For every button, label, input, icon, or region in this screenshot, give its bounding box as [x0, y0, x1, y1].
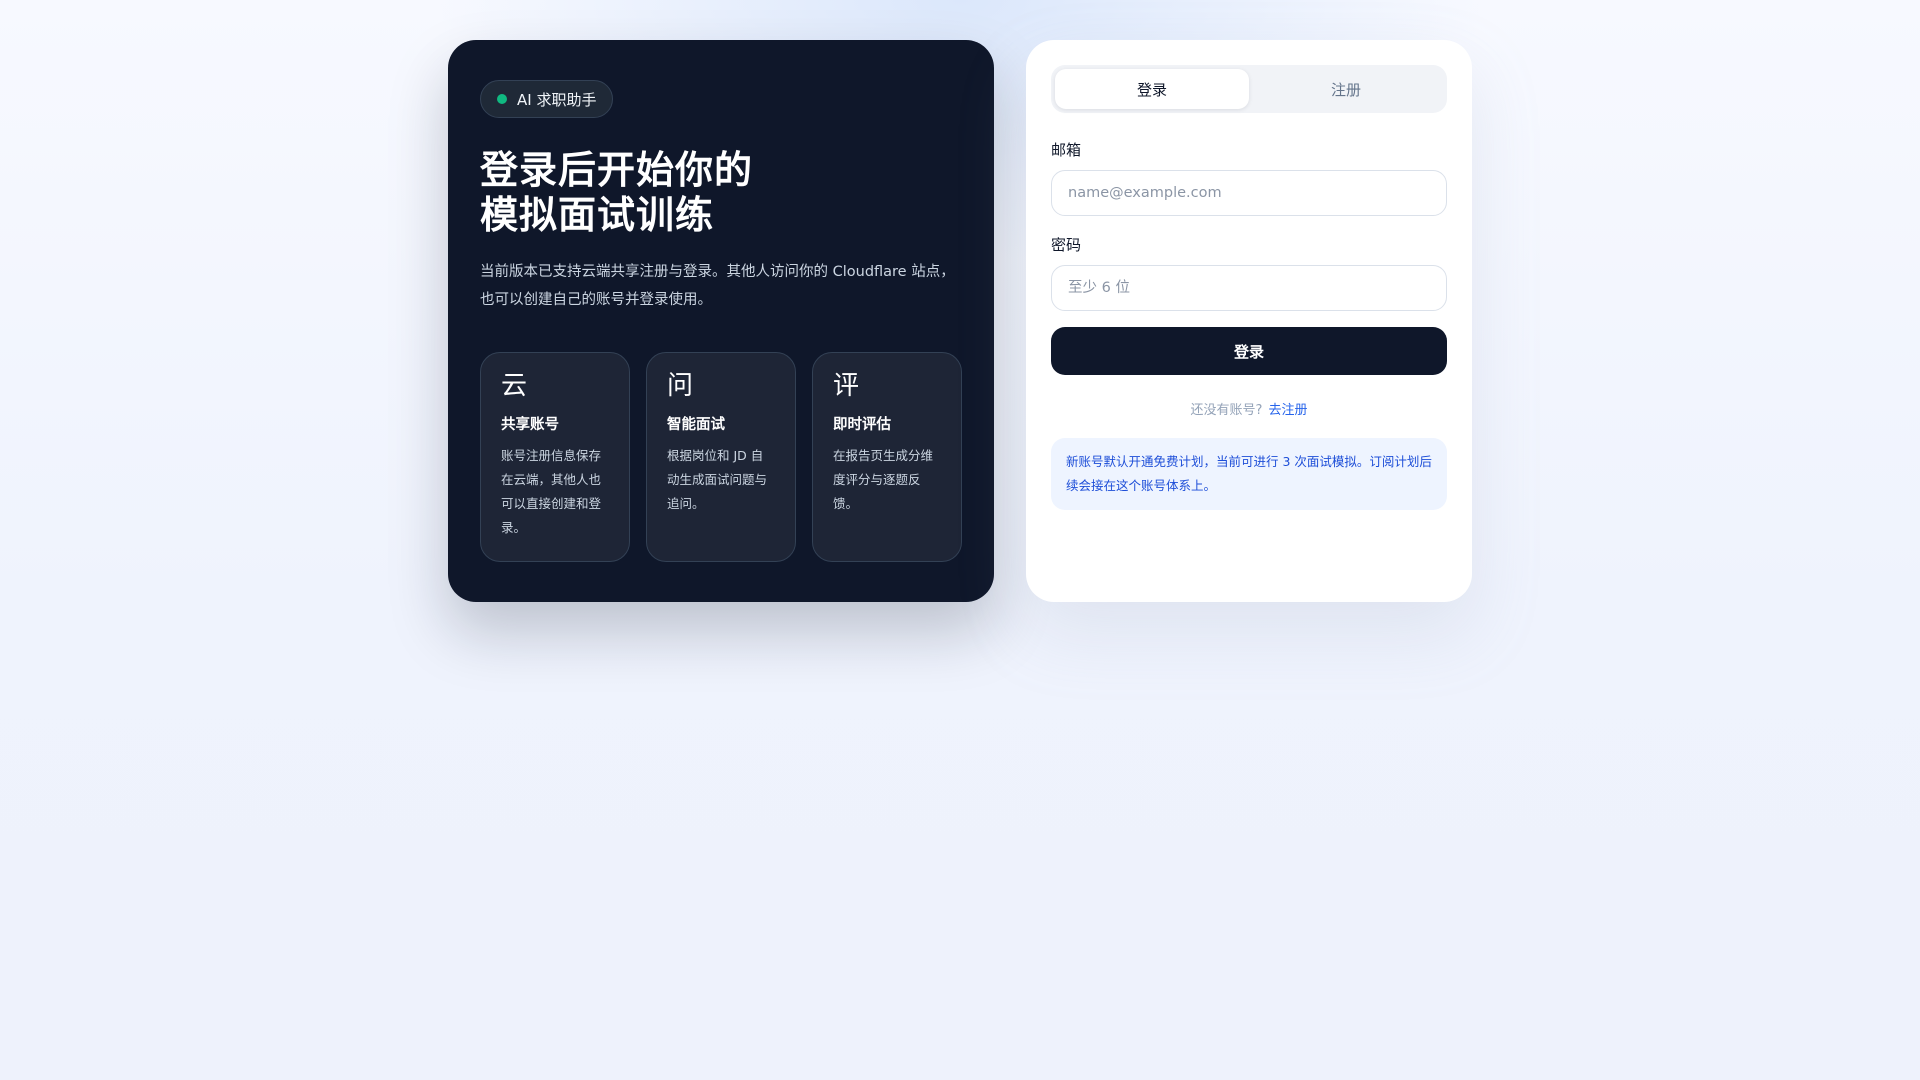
feature-title: 共享账号: [501, 417, 559, 433]
go-register-link[interactable]: 去注册: [1268, 403, 1307, 418]
feature-card-instant-evaluation: 评 即时评估 在报告页生成分维度评分与逐题反馈。: [812, 352, 962, 562]
question-icon: 问: [667, 371, 694, 401]
hero-title-line-2: 模拟面试训练: [480, 193, 715, 237]
feature-description: 账号注册信息保存在云端，其他人也可以直接创建和登录。: [501, 448, 602, 535]
hero-title: 登录后开始你的 模拟面试训练: [480, 148, 900, 238]
password-label: 密码: [1051, 236, 1082, 254]
evaluation-icon: 评: [833, 371, 860, 401]
hero-title-line-1: 登录后开始你的: [480, 148, 754, 192]
intro-card: AI 求职助手 登录后开始你的 模拟面试训练 当前版本已支持云端共享注册与登录。…: [448, 40, 994, 602]
tab-login[interactable]: 登录: [1055, 69, 1249, 109]
feature-description: 根据岗位和 JD 自动生成面试问题与追问。: [667, 448, 768, 511]
feature-card-shared-account: 云 共享账号 账号注册信息保存在云端，其他人也可以直接创建和登录。: [480, 352, 630, 562]
feature-title: 智能面试: [667, 417, 725, 433]
feature-list: 云 共享账号 账号注册信息保存在云端，其他人也可以直接创建和登录。 问 智能面试…: [480, 352, 962, 562]
tab-register[interactable]: 注册: [1249, 69, 1443, 109]
plan-notice: 新账号默认开通免费计划，当前可进行 3 次面试模拟。订阅计划后续会接在这个账号体…: [1051, 438, 1447, 510]
password-field[interactable]: [1051, 265, 1447, 311]
login-button[interactable]: 登录: [1051, 327, 1447, 375]
auth-panel: 登录 注册 邮箱 密码 登录 还没有账号? 去注册 新账号默认开通免费计划，当前可…: [1026, 40, 1472, 602]
status-dot-icon: [497, 94, 507, 104]
email-label: 邮箱: [1051, 141, 1082, 159]
auth-tabs: 登录 注册: [1051, 65, 1447, 113]
register-prompt: 还没有账号? 去注册: [1051, 399, 1447, 418]
feature-description: 在报告页生成分维度评分与逐题反馈。: [833, 448, 934, 511]
badge-label: AI 求职助手: [517, 90, 597, 109]
feature-title: 即时评估: [833, 417, 891, 433]
email-field[interactable]: [1051, 170, 1447, 216]
register-prompt-text: 还没有账号?: [1190, 403, 1263, 418]
hero-description: 当前版本已支持云端共享注册与登录。其他人访问你的 Cloudflare 站点，也…: [480, 264, 955, 308]
feature-card-smart-interview: 问 智能面试 根据岗位和 JD 自动生成面试问题与追问。: [646, 352, 796, 562]
cloud-icon: 云: [501, 371, 528, 401]
product-badge: AI 求职助手: [480, 80, 614, 118]
